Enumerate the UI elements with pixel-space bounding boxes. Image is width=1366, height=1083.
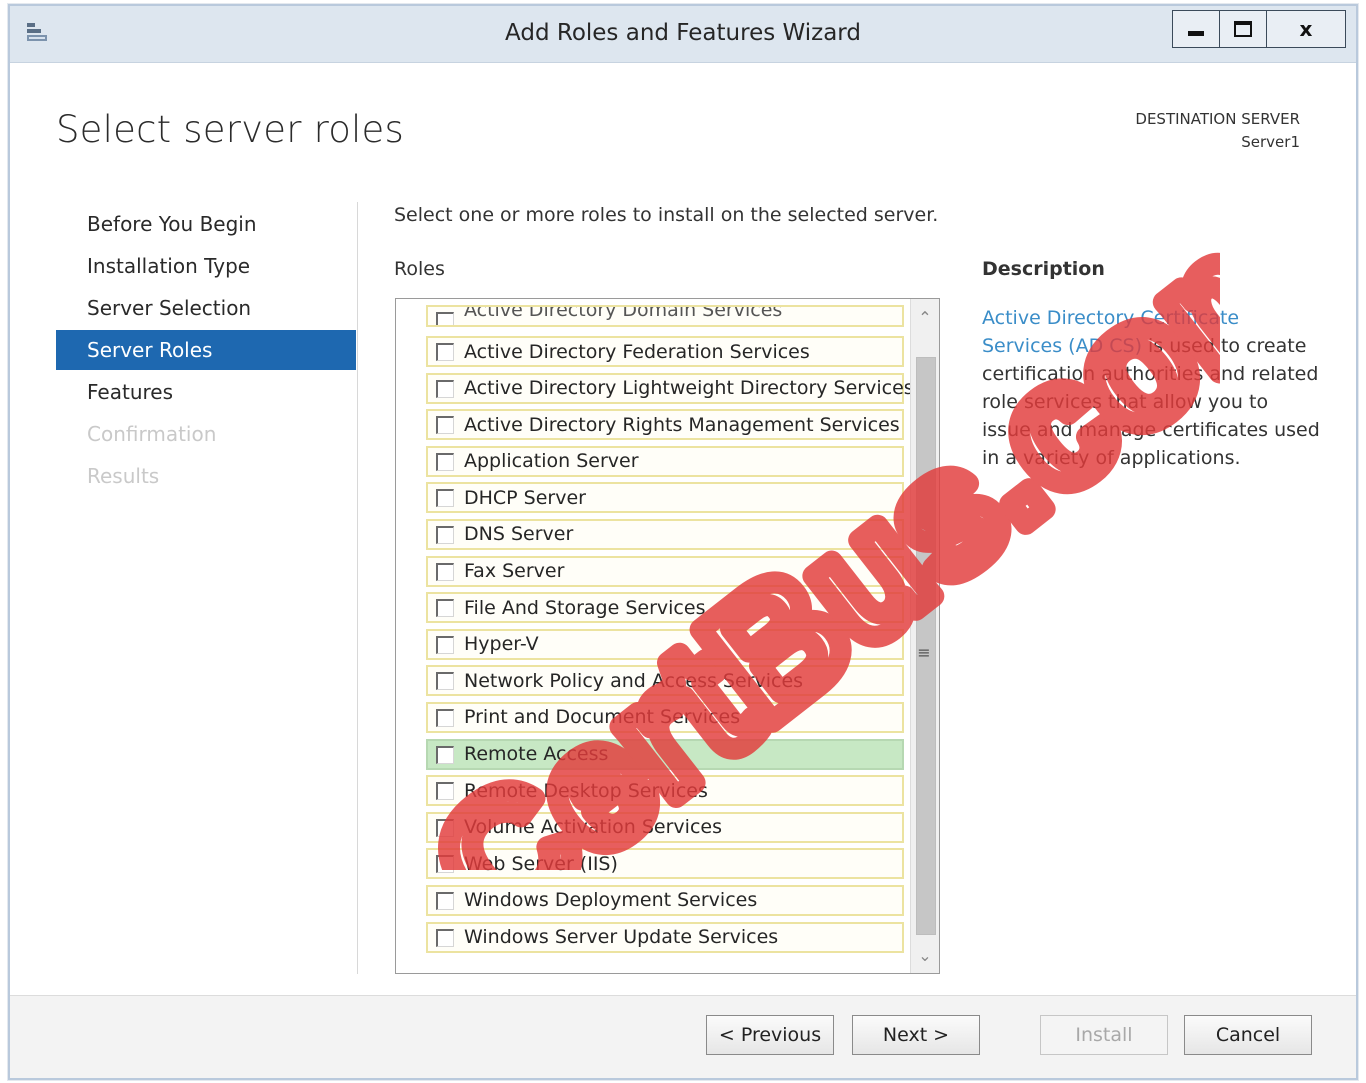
- scroll-up-arrow-icon[interactable]: ⌃: [911, 303, 939, 333]
- role-item[interactable]: Web Server (IIS): [426, 848, 904, 880]
- role-checkbox[interactable]: [436, 818, 454, 837]
- role-checkbox[interactable]: [436, 343, 454, 361]
- minimize-icon: [1188, 30, 1204, 36]
- roles-heading: Roles: [394, 258, 445, 280]
- instruction-text: Select one or more roles to install on t…: [394, 204, 939, 226]
- nav-item-results: Results: [87, 464, 160, 488]
- role-item-selected[interactable]: Remote Access: [426, 738, 904, 770]
- role-checkbox[interactable]: [436, 672, 454, 691]
- role-item[interactable]: DHCP Server: [426, 482, 904, 514]
- role-label: Active Directory Federation Services: [464, 340, 810, 363]
- role-item[interactable]: Application Server: [426, 445, 904, 477]
- role-label: Windows Server Update Services: [464, 926, 779, 948]
- destination-label: DESTINATION SERVER: [1135, 110, 1300, 128]
- role-checkbox[interactable]: [436, 635, 454, 654]
- role-checkbox[interactable]: [436, 708, 454, 727]
- role-label: Print and Document Services: [464, 706, 741, 729]
- role-label: Hyper-V: [464, 633, 539, 656]
- page-title: Select server roles: [56, 108, 404, 151]
- wizard-footer: < Previous Next > Install Cancel: [10, 995, 1356, 1078]
- role-checkbox[interactable]: [436, 855, 454, 874]
- role-item[interactable]: Active Directory Rights Management Servi…: [426, 409, 904, 441]
- role-item[interactable]: Hyper-V: [426, 628, 904, 660]
- destination-server: DESTINATION SERVER Server1: [1135, 108, 1300, 154]
- maximize-button[interactable]: [1219, 10, 1267, 48]
- role-checkbox[interactable]: [436, 489, 454, 508]
- scroll-down-arrow-icon[interactable]: ⌄: [911, 941, 939, 971]
- nav-item-server-roles[interactable]: Server Roles: [56, 330, 356, 370]
- role-item[interactable]: Print and Document Services: [426, 701, 904, 733]
- role-item[interactable]: Remote Desktop Services: [426, 775, 904, 807]
- role-checkbox[interactable]: [436, 312, 454, 325]
- role-item[interactable]: Fax Server: [426, 555, 904, 587]
- role-item[interactable]: Windows Deployment Services: [426, 884, 904, 916]
- destination-server-name: Server1: [1241, 133, 1300, 151]
- close-icon: x: [1299, 17, 1313, 41]
- role-label: Network Policy and Access Services: [464, 669, 804, 692]
- role-checkbox[interactable]: [436, 562, 454, 581]
- role-label: Web Server (IIS): [464, 852, 618, 875]
- wizard-window: Add Roles and Features Wizard x Select s…: [8, 4, 1358, 1080]
- nav-item-features[interactable]: Features: [56, 372, 356, 412]
- role-item[interactable]: File And Storage Services: [426, 592, 904, 624]
- previous-button[interactable]: < Previous: [706, 1015, 834, 1055]
- role-item[interactable]: Windows Server Update Services: [426, 921, 904, 953]
- role-label: Volume Activation Services: [464, 816, 722, 839]
- role-label: Active Directory Rights Management Servi…: [464, 413, 900, 436]
- window-controls: x: [1172, 10, 1346, 48]
- role-checkbox[interactable]: [436, 745, 454, 764]
- role-checkbox[interactable]: [436, 782, 454, 801]
- role-label: DHCP Server: [464, 486, 586, 509]
- description-text: Active Directory Certificate Services (A…: [982, 304, 1322, 472]
- role-label: DNS Server: [464, 523, 574, 546]
- next-button[interactable]: Next >: [852, 1015, 980, 1055]
- maximize-icon: [1234, 21, 1252, 37]
- role-label: Application Server: [464, 450, 639, 473]
- role-checkbox[interactable]: [436, 525, 454, 544]
- window-title: Add Roles and Features Wizard: [505, 20, 861, 46]
- roles-scrollbar[interactable]: ⌃ ≡ ⌄: [910, 299, 939, 973]
- role-label: Remote Desktop Services: [464, 779, 708, 802]
- close-button[interactable]: x: [1266, 10, 1346, 48]
- role-label: Fax Server: [464, 560, 565, 583]
- nav-divider: [357, 202, 358, 974]
- role-checkbox[interactable]: [436, 599, 454, 618]
- role-item[interactable]: Active Directory Domain Services: [426, 305, 904, 327]
- nav-item-installation-type[interactable]: Installation Type: [56, 246, 356, 286]
- title-bar: Add Roles and Features Wizard x: [10, 6, 1356, 63]
- role-item[interactable]: DNS Server: [426, 518, 904, 550]
- description-heading: Description: [982, 258, 1105, 280]
- wizard-nav: Before You Begin Installation Type Serve…: [56, 204, 356, 498]
- role-checkbox[interactable]: [436, 379, 454, 398]
- nav-item-confirmation: Confirmation: [87, 422, 217, 446]
- roles-list-box: Active Directory Domain Services Active …: [395, 298, 940, 974]
- role-checkbox[interactable]: [436, 452, 454, 471]
- role-item[interactable]: Active Directory Lightweight Directory S…: [426, 372, 914, 404]
- grip-icon: ≡: [917, 643, 931, 662]
- role-checkbox[interactable]: [436, 891, 454, 910]
- role-label: File And Storage Services: [464, 596, 706, 619]
- nav-item-before-you-begin[interactable]: Before You Begin: [56, 204, 356, 244]
- role-label: Remote Access: [464, 743, 609, 766]
- nav-item-server-selection[interactable]: Server Selection: [56, 288, 356, 328]
- role-label: Windows Deployment Services: [464, 889, 758, 912]
- roles-list: Active Directory Domain Services Active …: [426, 305, 914, 958]
- cancel-button[interactable]: Cancel: [1184, 1015, 1312, 1055]
- role-checkbox[interactable]: [436, 416, 454, 435]
- role-item[interactable]: Network Policy and Access Services: [426, 665, 904, 697]
- install-button: Install: [1040, 1015, 1168, 1055]
- role-label: Active Directory Domain Services: [464, 305, 783, 321]
- role-label: Active Directory Lightweight Directory S…: [464, 377, 914, 400]
- minimize-button[interactable]: [1172, 10, 1220, 48]
- role-item[interactable]: Active Directory Federation Services: [426, 336, 904, 367]
- role-checkbox[interactable]: [436, 928, 454, 947]
- role-item[interactable]: Volume Activation Services: [426, 811, 904, 843]
